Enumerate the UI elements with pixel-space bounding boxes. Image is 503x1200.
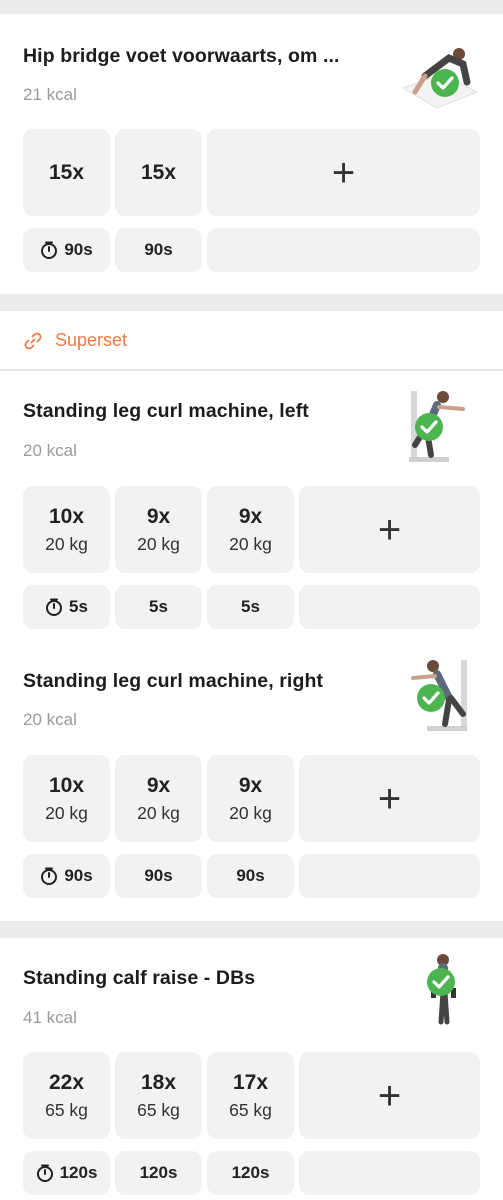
- rest-time: 120s: [59, 1163, 98, 1182]
- set-cell[interactable]: 10x 20 kg: [23, 486, 110, 573]
- rest-time: 120s: [139, 1163, 178, 1182]
- set-weight: 65 kg: [137, 1099, 180, 1120]
- add-set-button[interactable]: +: [299, 1052, 480, 1139]
- exercise-title[interactable]: Standing leg curl machine, right: [23, 670, 323, 693]
- add-set-button[interactable]: +: [299, 755, 480, 842]
- set-cell[interactable]: 18x 65 kg: [115, 1052, 202, 1139]
- set-reps: 15x: [48, 160, 85, 184]
- set-reps: 18x: [140, 1070, 177, 1094]
- set-weight: 65 kg: [45, 1099, 88, 1120]
- plus-icon: +: [331, 150, 356, 195]
- exercise-card-1: Hip bridge voet voorwaarts, om ... 21 kc…: [0, 14, 503, 294]
- rest-time: 90s: [144, 240, 173, 259]
- rest-time: 90s: [144, 866, 173, 885]
- plus-icon: +: [377, 1073, 402, 1118]
- set-reps: 22x: [48, 1070, 85, 1094]
- add-set-button[interactable]: +: [207, 129, 480, 216]
- rest-cell[interactable]: 5s: [23, 585, 110, 629]
- exercise-title[interactable]: Standing calf raise - DBs: [23, 967, 255, 990]
- set-reps: 9x: [238, 504, 263, 528]
- exercise-thumbnail[interactable]: [397, 36, 481, 114]
- rest-time: 120s: [231, 1163, 270, 1182]
- set-weight: 20 kg: [229, 802, 272, 823]
- timer-icon: [36, 1164, 53, 1182]
- rest-time: 90s: [64, 866, 93, 885]
- exercise-kcal: 20 kcal: [23, 441, 77, 460]
- rest-time: 5s: [149, 597, 168, 616]
- add-set-button[interactable]: +: [299, 486, 480, 573]
- set-cell[interactable]: 9x 20 kg: [115, 486, 202, 573]
- check-icon: [427, 968, 455, 996]
- timer-icon: [46, 598, 63, 616]
- rest-cell[interactable]: 120s: [207, 1151, 294, 1195]
- exercise-block-2: Standing leg curl machine, left 20 kcal …: [0, 371, 503, 641]
- exercise-kcal: 20 kcal: [23, 710, 77, 729]
- set-reps: 10x: [48, 773, 85, 797]
- plus-icon: +: [377, 507, 402, 552]
- rest-time: 90s: [64, 240, 93, 259]
- exercise-title[interactable]: Hip bridge voet voorwaarts, om ...: [23, 45, 340, 68]
- link-icon: [24, 332, 42, 349]
- check-icon: [415, 413, 443, 441]
- exercise-title[interactable]: Standing leg curl machine, left: [23, 400, 309, 423]
- timer-icon: [41, 867, 58, 885]
- set-reps: 9x: [146, 504, 171, 528]
- rest-cell-empty[interactable]: [299, 854, 480, 898]
- superset-header[interactable]: Superset: [23, 330, 127, 351]
- rest-cell[interactable]: 90s: [207, 854, 294, 898]
- set-cell[interactable]: 22x 65 kg: [23, 1052, 110, 1139]
- exercise-card-4: Standing calf raise - DBs 41 kcal 22x 65…: [0, 938, 503, 1200]
- exercise-thumbnail[interactable]: [397, 387, 481, 465]
- rest-cell[interactable]: 90s: [115, 854, 202, 898]
- exercise-thumbnail[interactable]: [397, 952, 481, 1030]
- set-cell[interactable]: 15x: [23, 129, 110, 216]
- check-icon: [431, 69, 459, 97]
- exercise-block-3: Standing leg curl machine, right 20 kcal…: [0, 640, 503, 910]
- rest-cell[interactable]: 90s: [23, 228, 110, 272]
- rest-cell[interactable]: 120s: [23, 1151, 110, 1195]
- exercise-thumbnail[interactable]: [397, 656, 481, 734]
- exercise-kcal: 21 kcal: [23, 85, 77, 104]
- set-weight: 20 kg: [137, 802, 180, 823]
- exercise-kcal: 41 kcal: [23, 1008, 77, 1027]
- rest-cell-empty[interactable]: [207, 228, 480, 272]
- rest-time: 90s: [236, 866, 265, 885]
- set-cell[interactable]: 9x 20 kg: [207, 486, 294, 573]
- set-reps: 9x: [146, 773, 171, 797]
- plus-icon: +: [377, 776, 402, 821]
- rest-cell[interactable]: 5s: [115, 585, 202, 629]
- timer-icon: [41, 241, 58, 259]
- set-reps: 15x: [140, 160, 177, 184]
- set-weight: 20 kg: [229, 533, 272, 554]
- rest-cell[interactable]: 120s: [115, 1151, 202, 1195]
- rest-cell[interactable]: 90s: [115, 228, 202, 272]
- set-weight: 20 kg: [137, 533, 180, 554]
- set-cell[interactable]: 9x 20 kg: [115, 755, 202, 842]
- set-cell[interactable]: 10x 20 kg: [23, 755, 110, 842]
- set-weight: 65 kg: [229, 1099, 272, 1120]
- set-cell[interactable]: 9x 20 kg: [207, 755, 294, 842]
- rest-cell[interactable]: 5s: [207, 585, 294, 629]
- rest-time: 5s: [241, 597, 260, 616]
- set-reps: 17x: [232, 1070, 269, 1094]
- set-reps: 9x: [238, 773, 263, 797]
- superset-label: Superset: [55, 330, 128, 350]
- set-weight: 20 kg: [45, 802, 88, 823]
- set-cell[interactable]: 15x: [115, 129, 202, 216]
- set-weight: 20 kg: [45, 533, 88, 554]
- set-cell[interactable]: 17x 65 kg: [207, 1052, 294, 1139]
- rest-cell-empty[interactable]: [299, 585, 480, 629]
- set-reps: 10x: [48, 504, 85, 528]
- check-icon: [417, 684, 445, 712]
- rest-time: 5s: [69, 597, 88, 616]
- rest-cell-empty[interactable]: [299, 1151, 480, 1195]
- rest-cell[interactable]: 90s: [23, 854, 110, 898]
